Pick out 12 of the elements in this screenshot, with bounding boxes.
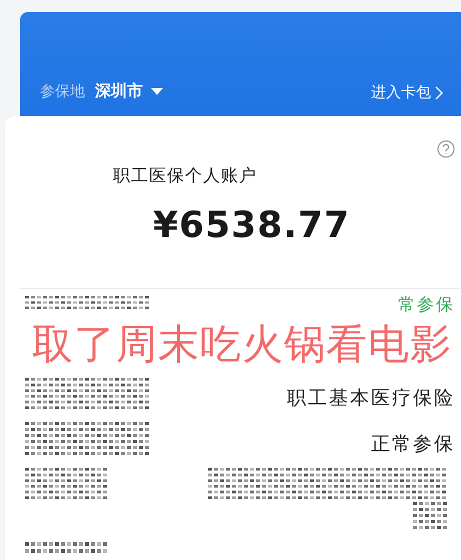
overlay-caption: 取了周末吃火锅看电影	[32, 321, 452, 367]
caret-icon	[151, 88, 163, 95]
status-text: 正常参保	[371, 432, 455, 457]
card-wallet-link[interactable]: 进入卡包	[371, 83, 443, 102]
insurance-type: 职工基本医疗保险	[287, 386, 455, 411]
region-label: 参保地	[40, 82, 85, 101]
account-title: 职工医保个人账户	[113, 165, 258, 187]
help-icon[interactable]	[437, 140, 455, 158]
city-dropdown[interactable]: 深圳市	[95, 81, 163, 102]
status-text: 常参保	[398, 295, 455, 315]
chevron-right-icon	[435, 86, 443, 100]
account-balance: ¥6538.77	[153, 205, 352, 246]
